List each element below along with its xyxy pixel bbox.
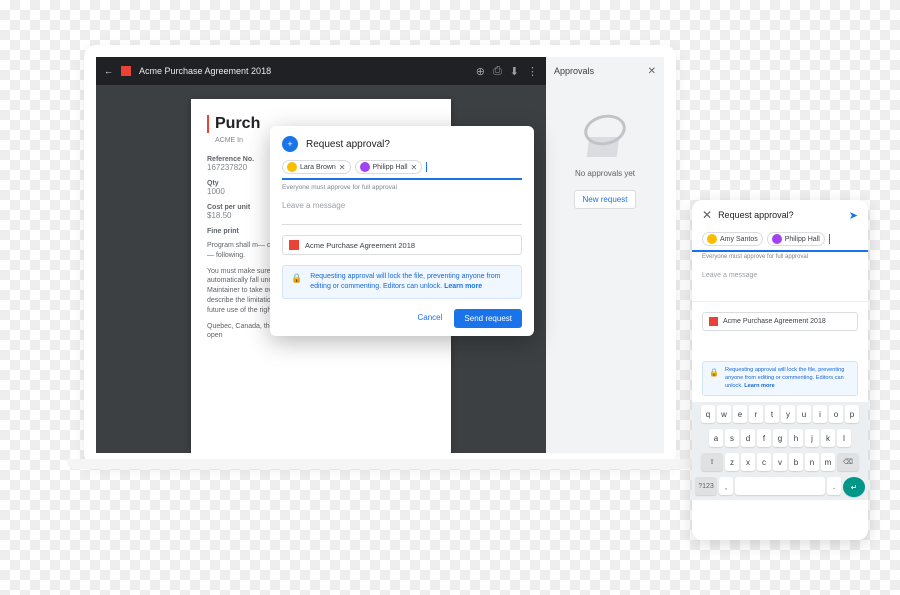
avatar-icon xyxy=(287,162,297,172)
avatar-icon xyxy=(707,234,717,244)
key-p[interactable]: p xyxy=(845,405,859,423)
cancel-button[interactable]: Cancel xyxy=(414,309,447,328)
phone-frame: ✕ Request approval? ➤ Amy Santos Philipp… xyxy=(692,200,868,540)
backspace-key[interactable]: ⌫ xyxy=(837,453,859,471)
mobile-lock-info-banner: 🔒 Requesting approval will lock the file… xyxy=(702,361,858,396)
space-key[interactable] xyxy=(735,477,825,495)
key-n[interactable]: n xyxy=(805,453,819,471)
chip-remove-icon[interactable]: ✕ xyxy=(411,163,418,172)
key-z[interactable]: z xyxy=(725,453,739,471)
download-icon[interactable]: ⬇ xyxy=(510,65,519,78)
key-o[interactable]: o xyxy=(829,405,843,423)
dialog-title: Request approval? xyxy=(306,139,390,150)
avatar-icon xyxy=(772,234,782,244)
key-l[interactable]: l xyxy=(837,429,851,447)
key-i[interactable]: i xyxy=(813,405,827,423)
message-placeholder: Leave a message xyxy=(282,201,345,210)
key-w[interactable]: w xyxy=(717,405,731,423)
mobile-dialog-title: Request approval? xyxy=(718,210,794,220)
learn-more-link[interactable]: Learn more xyxy=(444,283,482,290)
mobile-attachment-chip[interactable]: Acme Purchase Agreement 2018 xyxy=(702,312,858,331)
attachment-name: Acme Purchase Agreement 2018 xyxy=(723,318,826,325)
message-placeholder: Leave a message xyxy=(702,272,757,279)
viewer-toolbar: ← Acme Purchase Agreement 2018 ⊕ ⎙ ⬇ ⋮ xyxy=(96,57,546,85)
key-r[interactable]: r xyxy=(749,405,763,423)
send-icon[interactable]: ➤ xyxy=(849,209,858,222)
approver-chip[interactable]: Amy Santos xyxy=(702,232,763,246)
empty-state-text: No approvals yet xyxy=(546,169,664,178)
chip-label: Philipp Hall xyxy=(373,164,408,171)
key-v[interactable]: v xyxy=(773,453,787,471)
enter-key[interactable]: ↵ xyxy=(843,477,865,497)
approvers-helper-text: Everyone must approve for full approval xyxy=(282,184,522,191)
text-cursor xyxy=(829,234,830,244)
learn-more-link[interactable]: Learn more xyxy=(744,383,774,389)
key-a[interactable]: a xyxy=(709,429,723,447)
document-title: Acme Purchase Agreement 2018 xyxy=(139,66,271,76)
chip-remove-icon[interactable]: ✕ xyxy=(339,163,346,172)
key-f[interactable]: f xyxy=(757,429,771,447)
new-request-button[interactable]: New request xyxy=(574,190,637,209)
mobile-helper-text: Everyone must approve for full approval xyxy=(692,252,868,262)
more-icon[interactable]: ⋮ xyxy=(527,65,538,78)
comma-key[interactable]: , xyxy=(719,477,733,495)
key-b[interactable]: b xyxy=(789,453,803,471)
pdf-file-icon xyxy=(709,317,718,326)
attachment-name: Acme Purchase Agreement 2018 xyxy=(305,241,415,250)
stamp-illustration xyxy=(576,115,634,163)
print-icon[interactable]: ⎙ xyxy=(493,65,502,78)
message-input[interactable]: Leave a message xyxy=(282,199,522,225)
key-t[interactable]: t xyxy=(765,405,779,423)
pdf-file-icon xyxy=(289,240,299,250)
add-to-drive-icon[interactable]: ⊕ xyxy=(476,65,485,78)
request-approval-dialog: + Request approval? Lara Brown ✕ Philipp… xyxy=(270,126,534,336)
lock-info-banner: 🔒 Requesting approval will lock the file… xyxy=(282,265,522,299)
person-add-icon: + xyxy=(282,136,298,152)
key-m[interactable]: m xyxy=(821,453,835,471)
mobile-message-input[interactable]: Leave a message xyxy=(692,262,868,302)
text-cursor xyxy=(426,162,427,172)
lock-icon: 🔒 xyxy=(709,367,719,390)
key-d[interactable]: d xyxy=(741,429,755,447)
period-key[interactable]: . xyxy=(827,477,841,495)
approvals-sidepanel: Approvals ✕ No approvals yet New request xyxy=(546,57,664,453)
mobile-approvers-input[interactable]: Amy Santos Philipp Hall xyxy=(692,230,868,252)
key-c[interactable]: c xyxy=(757,453,771,471)
key-x[interactable]: x xyxy=(741,453,755,471)
lock-icon: 🔒 xyxy=(291,272,302,292)
key-g[interactable]: g xyxy=(773,429,787,447)
approver-chip[interactable]: Philipp Hall xyxy=(767,232,825,246)
attachment-chip[interactable]: Acme Purchase Agreement 2018 xyxy=(282,235,522,255)
chip-label: Lara Brown xyxy=(300,164,336,171)
shift-key[interactable]: ⇧ xyxy=(701,453,723,471)
info-text: Requesting approval will lock the file, … xyxy=(725,367,844,389)
send-request-button[interactable]: Send request xyxy=(454,309,522,328)
avatar-icon xyxy=(360,162,370,172)
sidepanel-title: Approvals xyxy=(554,66,594,76)
key-q[interactable]: q xyxy=(701,405,715,423)
close-icon[interactable]: ✕ xyxy=(702,208,712,222)
key-h[interactable]: h xyxy=(789,429,803,447)
chip-label: Philipp Hall xyxy=(785,236,820,243)
laptop-base xyxy=(66,459,694,469)
numeric-key[interactable]: ?123 xyxy=(695,477,717,495)
key-j[interactable]: j xyxy=(805,429,819,447)
key-k[interactable]: k xyxy=(821,429,835,447)
approver-chip[interactable]: Philipp Hall ✕ xyxy=(355,160,423,174)
key-e[interactable]: e xyxy=(733,405,747,423)
pdf-file-icon xyxy=(121,66,131,76)
key-s[interactable]: s xyxy=(725,429,739,447)
key-y[interactable]: y xyxy=(781,405,795,423)
chip-label: Amy Santos xyxy=(720,236,758,243)
approver-chip[interactable]: Lara Brown ✕ xyxy=(282,160,351,174)
close-icon[interactable]: ✕ xyxy=(648,66,656,77)
soft-keyboard[interactable]: qwertyuiop asdfghjkl ⇧zxcvbnm⌫ ?123,.↵ xyxy=(692,402,868,500)
key-u[interactable]: u xyxy=(797,405,811,423)
back-arrow-icon[interactable]: ← xyxy=(104,66,113,76)
approvers-input[interactable]: Lara Brown ✕ Philipp Hall ✕ xyxy=(282,160,522,180)
